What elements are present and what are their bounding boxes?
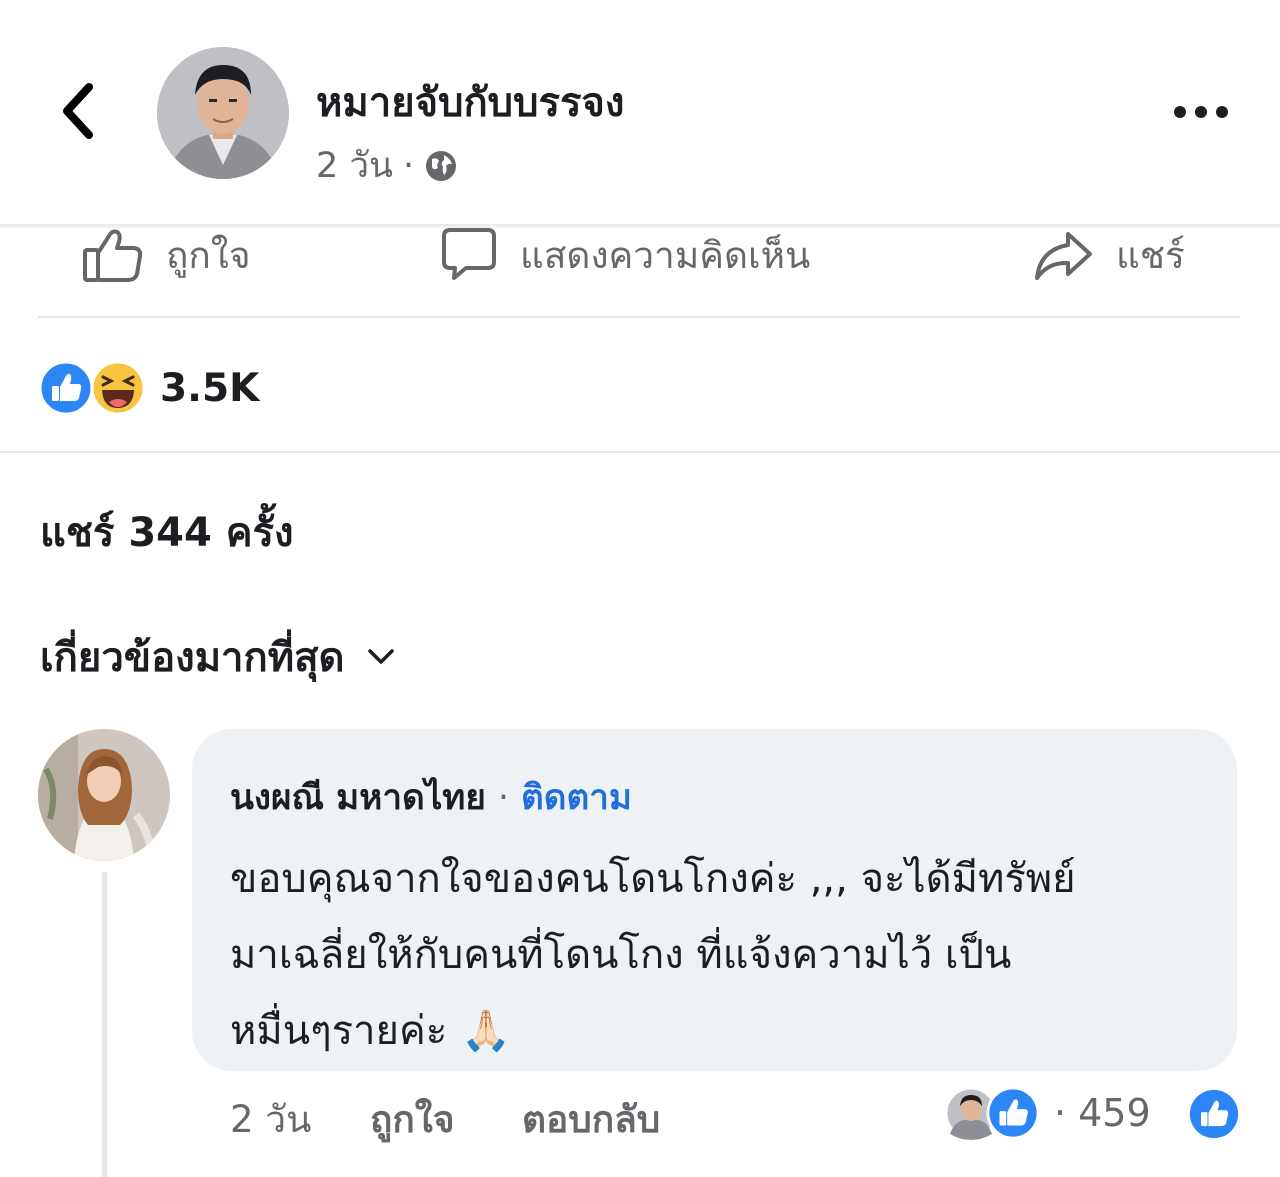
share-arrow-icon [1035,232,1092,280]
meta-separator: · [402,145,415,186]
comment-sort-dropdown[interactable]: เกี่ยวข้องมากที่สุด [40,625,395,689]
share-button[interactable]: แชร์ [1032,224,1185,286]
more-options-button[interactable] [1168,92,1234,132]
sort-label: เกี่ยวข้องมากที่สุด [40,635,345,681]
share-count[interactable]: แชร์ 344 ครั้ง [40,500,294,564]
post-meta: 2 วัน · [316,138,458,193]
comment-text-line: ขอบคุณจากใจของคนโดนโกงค่ะ ,,, จะได้มีทรั… [230,856,1076,902]
actions-divider [38,316,1240,318]
chevron-left-icon [63,83,93,139]
chevron-down-icon [367,649,394,664]
commenter-avatar[interactable] [38,729,170,861]
page-name[interactable]: หมายจับกับบรรจง [316,70,624,134]
comment-author-name[interactable]: นงผณี มหาดไทย [230,770,486,825]
comment-button[interactable]: แสดงความคิดเห็น [440,224,810,286]
like-reaction-icon [986,1086,1040,1140]
comment-label: แสดงความคิดเห็น [520,233,811,277]
comment-text-line: มาเฉลี่ยให้กับคนที่โดนโกง ที่แจ้งความไว้… [230,932,1012,978]
globe-icon [426,150,457,181]
like-reaction-icon [38,360,94,416]
comment-like-link[interactable]: ถูกใจ [370,1090,455,1149]
comment-reply-link[interactable]: ตอบกลับ [522,1090,660,1149]
comment-bubble-icon [442,228,496,280]
reaction-count: 3.5K [160,365,260,411]
comment-reactions[interactable]: · 459 [944,1085,1151,1141]
comment-like-icon[interactable] [1188,1088,1240,1140]
like-label: ถูกใจ [166,233,251,277]
haha-reaction-icon [90,360,146,416]
post-time[interactable]: 2 วัน [316,138,393,193]
comment-time[interactable]: 2 วัน [230,1090,311,1149]
reactions-summary[interactable]: 3.5K [38,360,259,416]
comment-author-row: นงผณี มหาดไทย · ติดตาม [230,770,632,825]
page-avatar[interactable] [157,47,289,179]
share-label: แชร์ [1116,233,1185,277]
reactions-divider [0,451,1280,453]
folded-hands-emoji: 🙏🏻 [461,1007,511,1054]
follow-button[interactable]: ติดตาม [521,770,632,825]
thumbs-up-outline-icon [83,229,143,282]
more-icon [1174,106,1228,118]
comment-text-line-last: หมื่นๆรายค่ะ 🙏🏻 [230,998,511,1062]
thread-line [102,872,107,1177]
back-button[interactable] [52,80,102,142]
comment-reaction-count: 459 [1078,1091,1151,1135]
like-button[interactable]: ถูกใจ [82,224,251,286]
comment-text: หมื่นๆรายค่ะ [230,1008,448,1054]
author-separator: · [497,777,510,818]
reaction-separator: · [1054,1091,1067,1135]
